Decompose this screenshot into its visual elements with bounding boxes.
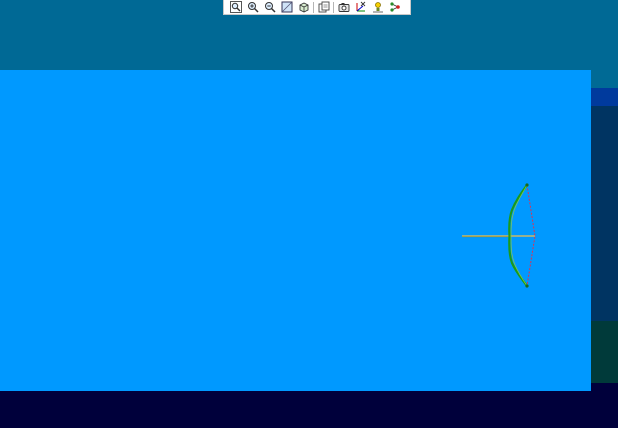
bow-model [462,183,536,288]
right-panel-strip [591,106,618,321]
bow-upper-limb [508,184,528,237]
zoom-fit-icon [229,1,242,13]
copy-image-icon [318,1,329,13]
camera-icon [338,3,349,12]
toolbar-separator [333,1,334,13]
right-panel-strip [591,321,618,383]
nodes-icon [389,2,400,12]
zoom-in-button[interactable] [244,0,261,14]
light-icon [372,2,383,13]
zoom-fit-button[interactable] [227,0,244,14]
axes-icon [356,1,365,12]
view-3d-icon [299,2,308,13]
view-2d-icon [281,1,292,13]
view-2d-button[interactable] [278,0,295,14]
right-panel-strip [591,70,618,88]
toolbar-separator [313,1,314,13]
view-toolbar [223,0,411,15]
copy-image-button[interactable] [315,0,332,14]
nodes-button[interactable] [386,0,403,14]
bow-lower-limb [508,235,528,287]
zoom-in-icon [247,2,259,13]
light-button[interactable] [369,0,386,14]
right-panel-strip [591,88,618,106]
zoom-out-icon [264,2,276,13]
axes-button[interactable] [352,0,369,14]
zoom-out-button[interactable] [261,0,278,14]
camera-button[interactable] [335,0,352,14]
model-viewport[interactable] [0,70,591,391]
view-3d-button[interactable] [295,0,312,14]
